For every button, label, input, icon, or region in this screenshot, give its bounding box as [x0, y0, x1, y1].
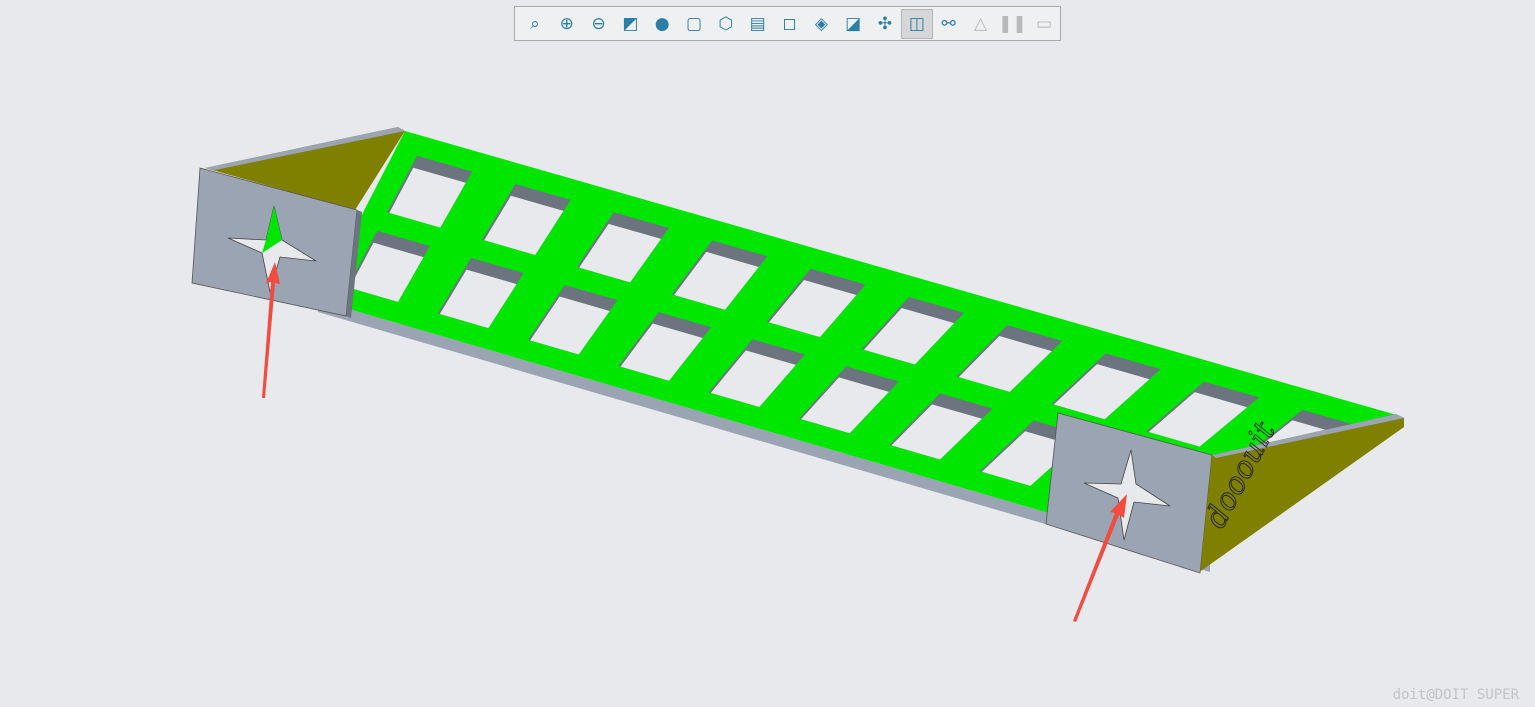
watermark: doit@DOIT SUPER	[1392, 687, 1519, 703]
3d-viewport[interactable]: dooouit	[0, 0, 1535, 707]
